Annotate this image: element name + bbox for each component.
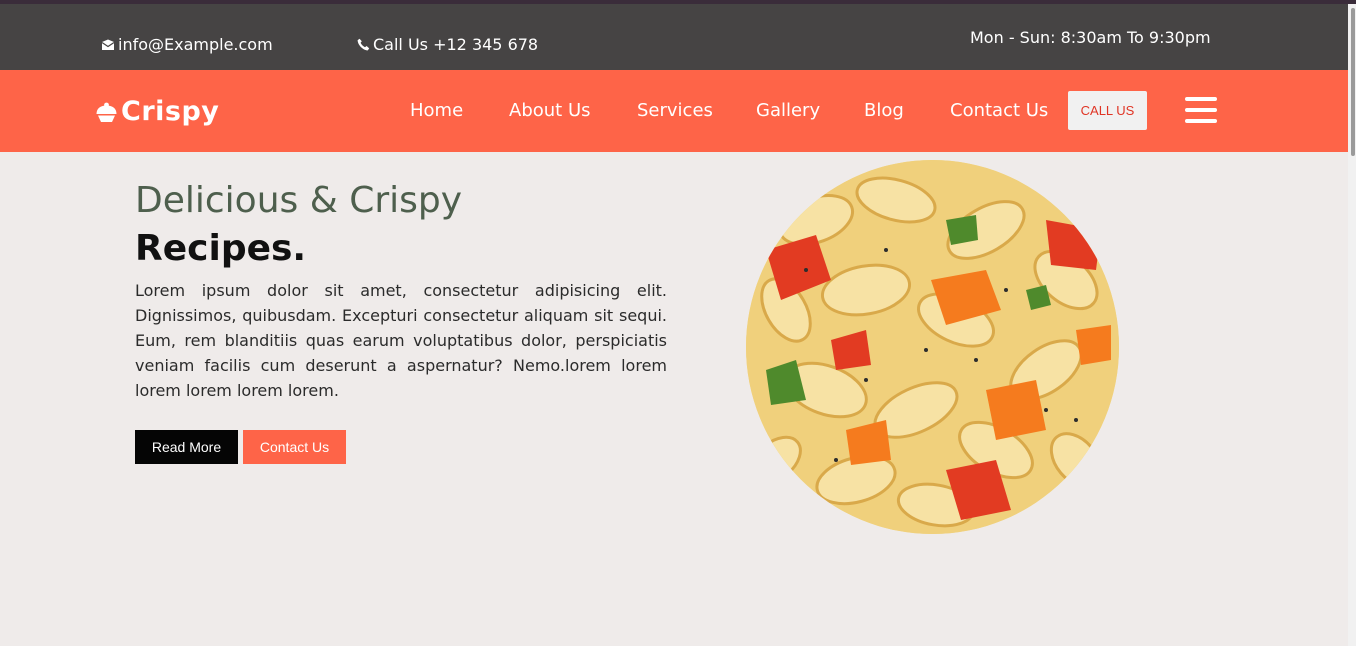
nav-link-services[interactable]: Services [637,100,713,121]
envelope-icon [101,39,115,50]
nav-link-blog[interactable]: Blog [864,100,904,121]
opening-hours: Mon - Sun: 8:30am To 9:30pm [970,28,1211,47]
main-navbar: Crispy Home About Us Services Gallery Bl… [0,70,1348,152]
hero-title-light: Delicious & Crispy [135,180,463,221]
phone-text: Call Us +12 345 678 [373,35,539,54]
hamburger-menu-icon[interactable] [1185,97,1218,123]
nav-link-gallery[interactable]: Gallery [756,100,820,121]
scrollbar-thumb[interactable] [1351,8,1355,156]
hamburger-line [1185,97,1217,101]
read-more-button[interactable]: Read More [135,430,238,464]
nav-link-home[interactable]: Home [410,100,463,121]
hamburger-line [1185,108,1217,112]
pasta-salad-image [746,160,1119,534]
nav-link-contact-us[interactable]: Contact Us [950,100,1048,121]
hamburger-line [1185,119,1217,123]
phone-icon [357,38,370,51]
call-us-button[interactable]: CALL US [1068,91,1147,130]
email-text: info@Example.com [118,35,273,54]
contact-phone[interactable]: Call Us +12 345 678 [357,35,538,54]
top-info-bar: info@Example.com Call Us +12 345 678 Mon… [0,4,1348,70]
hero-title-bold: Recipes. [135,228,307,269]
contact-email[interactable]: info@Example.com [101,35,273,54]
nav-link-about-us[interactable]: About Us [509,100,591,121]
hero-paragraph: Lorem ipsum dolor sit amet, consectetur … [135,281,667,400]
logo-text: Crispy [121,96,220,127]
contact-us-button[interactable]: Contact Us [243,430,346,464]
pasta-illustration [746,160,1119,534]
site-logo[interactable]: Crispy [95,96,219,127]
cloche-icon [96,102,117,122]
